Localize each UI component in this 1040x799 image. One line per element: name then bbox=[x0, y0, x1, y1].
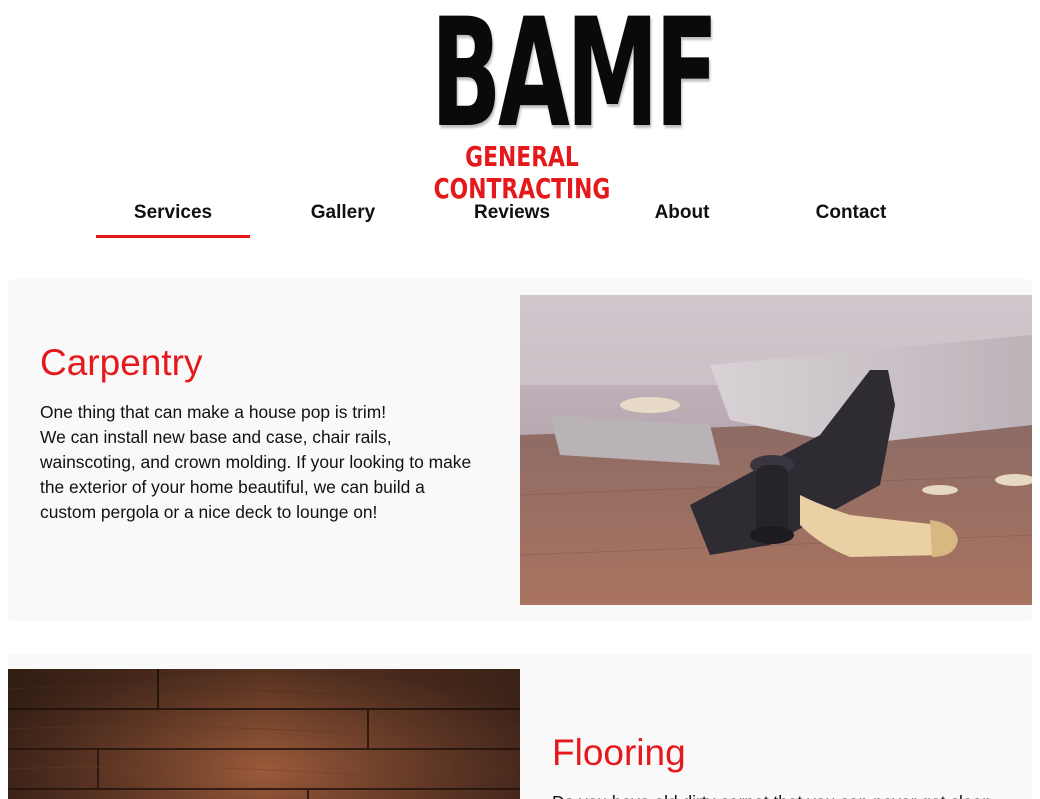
logo-tagline: GENERAL CONTRACTING bbox=[433, 140, 611, 205]
description-line: One thing that can make a house pop is t… bbox=[40, 402, 387, 422]
service-title: Flooring bbox=[552, 732, 686, 773]
description-line: the exterior of your home beautiful, we … bbox=[40, 477, 425, 497]
nav-item-gallery[interactable]: Gallery bbox=[266, 196, 420, 238]
service-description: One thing that can make a house pop is t… bbox=[40, 400, 500, 525]
nav-item-services[interactable]: Services bbox=[96, 196, 250, 238]
logo-wordmark: BAMF bbox=[430, 0, 719, 161]
description-line: custom pergola or a nice deck to lounge … bbox=[40, 502, 378, 522]
description-line: We can install new base and case, chair … bbox=[40, 427, 392, 447]
nav-item-contact[interactable]: Contact bbox=[774, 196, 928, 238]
service-title: Carpentry bbox=[40, 342, 203, 383]
service-description: Do you have old dirty carpet that you ca… bbox=[552, 790, 1022, 799]
description-line: Do you have old dirty carpet that you ca… bbox=[552, 790, 1022, 799]
nav-item-reviews[interactable]: Reviews bbox=[435, 196, 589, 238]
main-nav: Services Gallery Reviews About Contact bbox=[96, 196, 946, 240]
flooring-photo bbox=[8, 669, 520, 799]
carpentry-photo bbox=[520, 295, 1032, 605]
nav-item-about[interactable]: About bbox=[605, 196, 759, 238]
description-line: wainscoting, and crown molding. If your … bbox=[40, 452, 472, 472]
service-card-flooring: Flooring Do you have old dirty carpet th… bbox=[8, 654, 1032, 799]
service-card-carpentry: Carpentry One thing that can make a hous… bbox=[8, 279, 1032, 621]
